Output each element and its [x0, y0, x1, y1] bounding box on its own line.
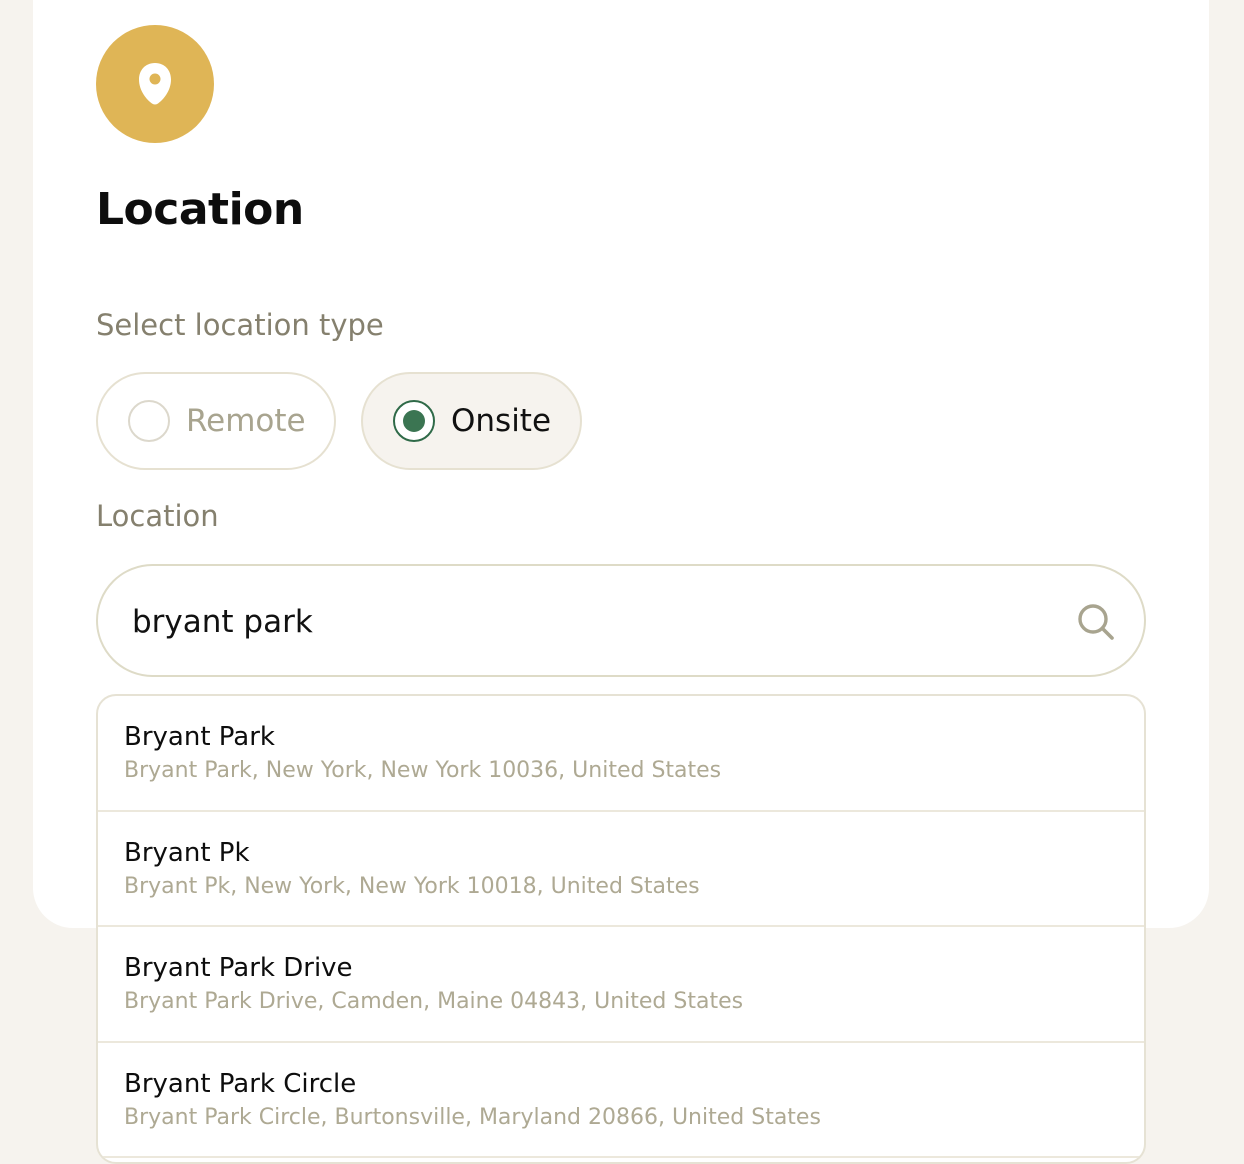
radio-label-remote: Remote	[186, 403, 306, 439]
radio-circle-unselected[interactable]	[128, 400, 170, 442]
suggestions-dropdown: Bryant Park Bryant Park, New York, New Y…	[96, 694, 1146, 1164]
suggestion-name: Bryant Pk	[124, 837, 250, 868]
location-search-input[interactable]	[132, 600, 1032, 644]
search-icon[interactable]	[1076, 602, 1116, 642]
radio-option-remote[interactable]: Remote	[96, 372, 336, 470]
suggestion-item[interactable]: Bryant Pk Bryant Pk, New York, New York …	[98, 812, 1144, 927]
suggestion-address: Bryant Park, New York, New York 10036, U…	[124, 758, 722, 783]
location-badge	[96, 25, 214, 143]
suggestion-name: Bryant Park Drive	[124, 953, 353, 983]
location-label: Location	[96, 499, 219, 533]
suggestion-item[interactable]: Bryant Park Drive Bryant Park Drive, Cam…	[98, 927, 1144, 1043]
suggestion-address: Bryant Park Drive, Camden, Maine 04843, …	[124, 989, 744, 1014]
suggestion-name: Bryant Park Circle	[124, 1068, 357, 1099]
page-title: Location	[96, 184, 304, 235]
radio-selected-dot	[403, 410, 425, 432]
suggestion-item[interactable]: Bryant Park Circle Bryant Park Circle, B…	[98, 1043, 1144, 1158]
suggestion-address: Bryant Park Circle, Burtonsville, Maryla…	[124, 1104, 821, 1130]
suggestion-name: Bryant Park	[124, 722, 275, 752]
location-search-box[interactable]	[96, 564, 1146, 677]
radio-option-onsite[interactable]: Onsite	[361, 372, 582, 470]
suggestion-address: Bryant Pk, New York, New York 10018, Uni…	[124, 873, 700, 899]
suggestion-item[interactable]: Bryant Park Bryant Park, New York, New Y…	[98, 696, 1144, 812]
map-pin-icon	[139, 63, 171, 105]
radio-label-onsite: Onsite	[451, 403, 552, 439]
radio-circle-selected[interactable]	[393, 400, 435, 442]
location-type-label: Select location type	[96, 308, 384, 342]
